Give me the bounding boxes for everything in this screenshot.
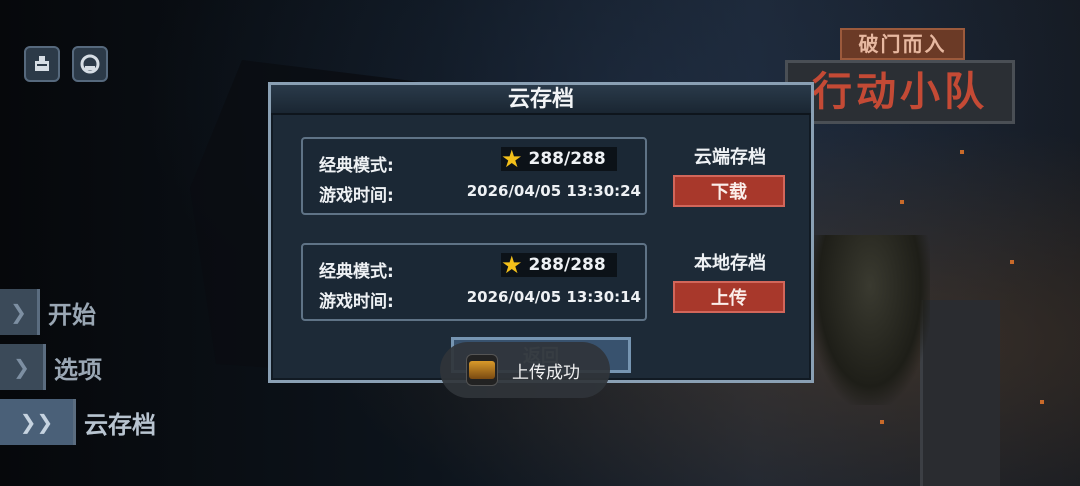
- play-time-value: 2026/04/05 13:30:24: [466, 182, 641, 200]
- menu-tab: ❯❯: [0, 399, 76, 445]
- game-logo: 破门而入 行动小队: [785, 18, 1015, 138]
- app-icon: [466, 354, 498, 386]
- mode-label: 经典模式:: [319, 156, 394, 176]
- menu-label-options: 选项: [54, 355, 102, 384]
- cloud-save-label: 云端存档: [694, 147, 766, 168]
- menu-item-options[interactable]: ❯ 选项: [0, 344, 102, 390]
- time-label: 游戏时间:: [319, 186, 394, 206]
- play-time-value: 2026/04/05 13:30:14: [466, 288, 641, 306]
- background-soldier: [810, 235, 930, 405]
- star-icon: ★: [501, 145, 523, 173]
- menu-tab: ❯: [0, 289, 40, 335]
- menu-label-cloud-save: 云存档: [84, 410, 156, 439]
- cloud-save-dialog: 云存档 经典模式: ★ 288/288 游戏时间: 2026/04/05 13:…: [268, 82, 814, 383]
- announcement-icon: [35, 56, 49, 71]
- spark: [1040, 400, 1044, 404]
- menu-item-cloud-save[interactable]: ❯❯ 云存档: [0, 399, 156, 445]
- logo-subtitle: 破门而入: [840, 28, 965, 60]
- star-count: ★ 288/288: [501, 147, 617, 171]
- announcement-button[interactable]: [24, 46, 60, 82]
- controller-icon: [80, 54, 100, 74]
- time-label: 游戏时间:: [319, 292, 394, 312]
- menu-tab: ❯: [0, 344, 46, 390]
- spark: [960, 150, 964, 154]
- star-count-value: 288/288: [528, 149, 606, 169]
- logo-title: 行动小队: [785, 60, 1015, 124]
- local-save-box: 经典模式: ★ 288/288 游戏时间: 2026/04/05 13:30:1…: [301, 243, 647, 321]
- download-button[interactable]: 下载: [673, 175, 785, 207]
- menu-item-start[interactable]: ❯ 开始: [0, 289, 96, 335]
- star-count: ★ 288/288: [501, 253, 617, 277]
- star-count-value: 288/288: [528, 255, 606, 275]
- controller-button[interactable]: [72, 46, 108, 82]
- dialog-title: 云存档: [271, 85, 811, 115]
- local-save-label: 本地存档: [694, 253, 766, 274]
- upload-button[interactable]: 上传: [673, 281, 785, 313]
- cloud-save-box: 经典模式: ★ 288/288 游戏时间: 2026/04/05 13:30:2…: [301, 137, 647, 215]
- toast-text: 上传成功: [512, 362, 580, 383]
- menu-label-start: 开始: [48, 300, 96, 329]
- mode-label: 经典模式:: [319, 262, 394, 282]
- spark: [900, 200, 904, 204]
- star-icon: ★: [501, 251, 523, 279]
- spark: [1010, 260, 1014, 264]
- background-pillar: [920, 300, 1000, 486]
- spark: [880, 420, 884, 424]
- toast-notification: 上传成功: [440, 342, 610, 398]
